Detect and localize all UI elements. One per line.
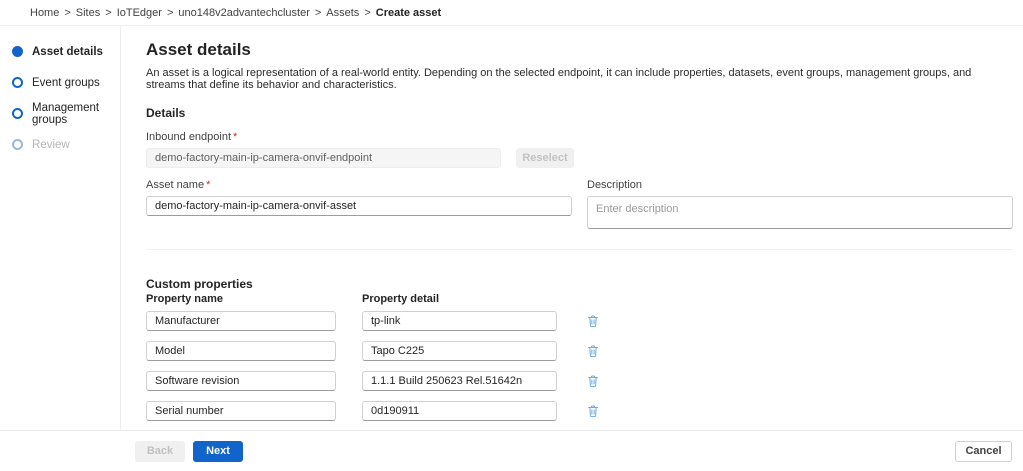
breadcrumb-item-cluster[interactable]: uno148v2advantechcluster: [178, 7, 309, 19]
description-label: Description: [587, 179, 1013, 191]
next-button[interactable]: Next: [193, 441, 243, 462]
ring-circle-icon: [12, 108, 23, 119]
custom-properties-heading: Custom properties: [146, 277, 1013, 291]
property-name-input[interactable]: [146, 401, 336, 421]
required-asterisk: *: [233, 131, 237, 143]
wizard-step-asset-details[interactable]: Asset details: [12, 36, 120, 67]
page-title: Asset details: [146, 40, 1013, 60]
column-header-property-detail: Property detail: [362, 293, 557, 305]
wizard-footer: Back Next Cancel: [0, 430, 1023, 471]
asset-name-input[interactable]: [146, 196, 572, 216]
trash-icon: [586, 314, 600, 329]
property-detail-input[interactable]: [362, 311, 557, 331]
ring-circle-icon: [12, 139, 23, 150]
breadcrumb: Home > Sites > IoTEdger > uno148v2advant…: [0, 0, 1023, 26]
ring-circle-icon: [12, 77, 23, 88]
breadcrumb-current: Create asset: [376, 7, 441, 19]
property-name-input[interactable]: [146, 311, 336, 331]
delete-property-button[interactable]: [583, 371, 603, 391]
inbound-endpoint-label: Inbound endpoint*: [146, 131, 1013, 143]
breadcrumb-item-assets[interactable]: Assets: [326, 7, 359, 19]
required-asterisk: *: [206, 179, 210, 191]
back-button: Back: [135, 441, 185, 462]
create-asset-page: Home > Sites > IoTEdger > uno148v2advant…: [0, 0, 1023, 471]
wizard-steps-sidebar: Asset details Event groups Management gr…: [0, 26, 121, 430]
wizard-step-management-groups[interactable]: Management groups: [12, 98, 120, 129]
page-description: An asset is a logical representation of …: [146, 67, 1013, 91]
filled-circle-icon: [12, 46, 23, 57]
trash-icon: [586, 404, 600, 419]
trash-icon: [586, 374, 600, 389]
main-content: Asset details An asset is a logical repr…: [121, 26, 1023, 430]
property-name-input[interactable]: [146, 371, 336, 391]
breadcrumb-item-sites[interactable]: Sites: [76, 7, 100, 19]
breadcrumb-item-home[interactable]: Home: [30, 7, 59, 19]
breadcrumb-separator: >: [167, 7, 173, 19]
delete-property-button[interactable]: [583, 401, 603, 421]
asset-name-label: Asset name*: [146, 179, 572, 191]
property-name-input[interactable]: [146, 341, 336, 361]
inbound-endpoint-input: [146, 148, 501, 168]
column-header-property-name: Property name: [146, 293, 336, 305]
breadcrumb-item-site[interactable]: IoTEdger: [117, 7, 162, 19]
breadcrumb-separator: >: [105, 7, 111, 19]
step-label: Review: [32, 139, 70, 151]
cancel-button[interactable]: Cancel: [955, 441, 1012, 462]
delete-property-button[interactable]: [583, 311, 603, 331]
custom-properties-table: Property name Property detail: [146, 293, 1013, 421]
delete-property-button[interactable]: [583, 341, 603, 361]
wizard-step-event-groups[interactable]: Event groups: [12, 67, 120, 98]
reselect-button: Reselect: [516, 148, 574, 168]
breadcrumb-separator: >: [64, 7, 70, 19]
property-detail-input[interactable]: [362, 341, 557, 361]
details-section-heading: Details: [146, 106, 1013, 120]
step-label: Event groups: [32, 77, 100, 89]
property-detail-input[interactable]: [362, 401, 557, 421]
step-label: Management groups: [32, 102, 120, 126]
trash-icon: [586, 344, 600, 359]
step-label: Asset details: [32, 46, 103, 58]
section-divider: [146, 249, 1013, 250]
description-input[interactable]: [587, 196, 1013, 229]
breadcrumb-separator: >: [364, 7, 370, 19]
property-detail-input[interactable]: [362, 371, 557, 391]
wizard-step-review: Review: [12, 129, 120, 160]
breadcrumb-separator: >: [315, 7, 321, 19]
